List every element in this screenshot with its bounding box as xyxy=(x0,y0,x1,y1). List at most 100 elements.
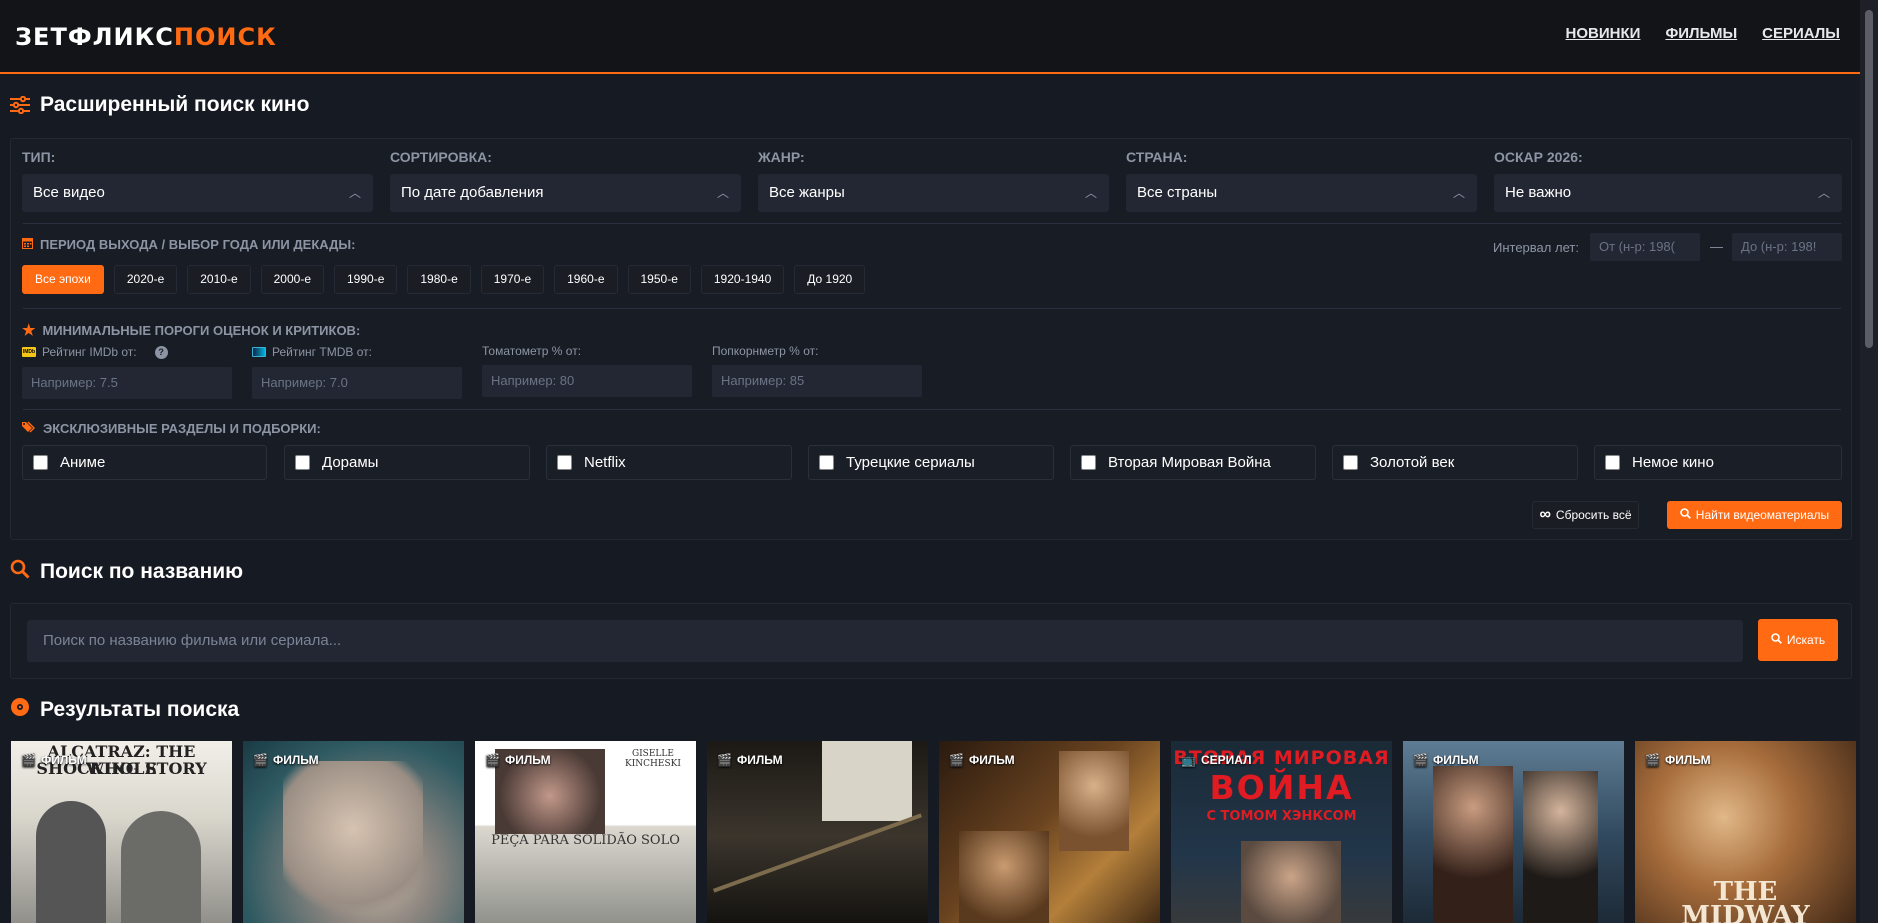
poster-figure xyxy=(1523,771,1598,923)
decade-chip[interactable]: 2010-е xyxy=(187,265,251,294)
result-card[interactable]: 🎬 ФИЛЬМ xyxy=(1403,741,1624,923)
poster-face xyxy=(1241,841,1341,923)
tomatometer-input[interactable]: Например: 80 xyxy=(482,365,692,397)
poster-figure xyxy=(959,831,1049,923)
category-label: Аниме xyxy=(60,454,106,471)
page-scrollbar[interactable] xyxy=(1860,0,1878,923)
checkbox[interactable] xyxy=(33,455,48,470)
decade-chip[interactable]: 1960-е xyxy=(554,265,618,294)
category-golden-age[interactable]: Золотой век xyxy=(1332,445,1578,480)
page: ЗЕТФЛИКСПОИСК НОВИНКИ ФИЛЬМЫ СЕРИАЛЫ Рас… xyxy=(0,0,1878,923)
decade-chip[interactable]: 2000-е xyxy=(260,265,324,294)
category-label: Золотой век xyxy=(1370,454,1455,471)
card-badge: 🎬 ФИЛЬМ xyxy=(253,753,319,767)
result-card[interactable]: 🎬 ФИЛЬМ xyxy=(939,741,1160,923)
filter-label-country: СТРАНА: xyxy=(1126,149,1188,165)
reset-button[interactable]: ∞ Сбросить всё xyxy=(1532,501,1639,529)
title-search-input[interactable]: Поиск по названию фильма или сериала... xyxy=(27,620,1743,662)
checkbox[interactable] xyxy=(1081,455,1096,470)
category-dorama[interactable]: Дорамы xyxy=(284,445,530,480)
result-card[interactable]: 🎬 ФИЛЬМ xyxy=(243,741,464,923)
oscar-select[interactable]: Не важно ︿ xyxy=(1494,174,1842,212)
period-label: ПЕРИОД ВЫХОДА / ВЫБОР ГОДА ИЛИ ДЕКАДЫ: xyxy=(40,237,356,252)
checkbox[interactable] xyxy=(295,455,310,470)
category-turkish-series[interactable]: Турецкие сериалы xyxy=(808,445,1054,480)
result-card[interactable]: ВТОРАЯ МИРОВАЯ ВОЙНА С ТОМОМ ХЭНКСОМ 📺 СЕ… xyxy=(1171,741,1392,923)
popcornmeter-label: Попкорнметр % от: xyxy=(712,344,819,358)
decade-chips: Все эпохи 2020-е 2010-е 2000-е 1990-е 19… xyxy=(22,265,866,294)
country-select-value: Все страны xyxy=(1137,184,1218,201)
decade-chip[interactable]: 2020-е xyxy=(113,265,178,294)
imdb-icon: IMDb xyxy=(22,347,36,357)
type-select[interactable]: Все видео ︿ xyxy=(22,174,373,212)
card-badge: 🎬 ФИЛЬМ xyxy=(717,753,783,767)
chevron-up-icon: ︿ xyxy=(716,186,729,200)
nav-link-movies[interactable]: ФИЛЬМЫ xyxy=(1665,24,1737,44)
year-to-input[interactable]: До (н-р: 198! xyxy=(1732,233,1842,261)
card-badge: 🎬 ФИЛЬМ xyxy=(485,753,551,767)
sort-select-value: По дате добавления xyxy=(401,184,544,201)
clapperboard-icon: 🎬 xyxy=(485,753,500,767)
exclusive-label-row: ЭКСКЛЮЗИВНЫЕ РАЗДЕЛЫ И ПОДБОРКИ: xyxy=(22,421,321,436)
advanced-search-heading: Расширенный поиск кино xyxy=(10,93,309,117)
filter-label-type: ТИП: xyxy=(22,149,56,165)
genre-select[interactable]: Все жанры ︿ xyxy=(758,174,1109,212)
help-icon[interactable]: ? xyxy=(154,345,168,359)
poster-title-line: PEÇA PARA SOLIDÃO SOLO xyxy=(491,833,680,848)
clapperboard-icon: 🎬 xyxy=(253,753,268,767)
nav-link-new[interactable]: НОВИНКИ xyxy=(1566,24,1641,44)
title-search-button[interactable]: Искать xyxy=(1758,619,1838,661)
year-from-input[interactable]: От (н-р: 198( xyxy=(1590,233,1700,261)
decade-chip[interactable]: До 1920 xyxy=(794,265,866,294)
checkbox[interactable] xyxy=(819,455,834,470)
checkbox[interactable] xyxy=(1343,455,1358,470)
category-label: Турецкие сериалы xyxy=(846,454,975,471)
star-icon: ★ xyxy=(22,322,36,339)
checkbox[interactable] xyxy=(1605,455,1620,470)
result-card[interactable]: ALCATRAZ: THE WHOLE SHOCKING STORY 🎬 ФИЛЬ… xyxy=(11,741,232,923)
card-badge: 🎬 ФИЛЬМ xyxy=(21,753,87,767)
site-logo[interactable]: ЗЕТФЛИКСПОИСК xyxy=(15,22,277,52)
genre-select-value: Все жанры xyxy=(769,184,845,201)
nav-link-series[interactable]: СЕРИАЛЫ xyxy=(1762,24,1840,44)
filter-label-sort: СОРТИРОВКА: xyxy=(390,149,492,165)
poster-figure xyxy=(36,801,106,923)
decade-chip[interactable]: 1920-1940 xyxy=(700,265,785,294)
oscar-select-value: Не важно xyxy=(1505,184,1572,201)
decade-chip[interactable]: 1980-е xyxy=(407,265,471,294)
find-button[interactable]: Найти видеоматериалы xyxy=(1667,501,1842,529)
result-card[interactable]: THE MIDWAY 🎬 ФИЛЬМ xyxy=(1635,741,1856,923)
card-badge-label: ФИЛЬМ xyxy=(504,753,551,767)
category-label: Немое кино xyxy=(1632,454,1714,471)
category-silent-film[interactable]: Немое кино xyxy=(1594,445,1842,480)
decade-chip[interactable]: 1970-е xyxy=(480,265,545,294)
country-select[interactable]: Все страны ︿ xyxy=(1126,174,1477,212)
decade-chip[interactable]: 1990-е xyxy=(334,265,398,294)
poster-face xyxy=(283,761,423,923)
imdb-rating-input[interactable]: Например: 7.5 xyxy=(22,367,232,399)
result-card[interactable]: 🎬 ФИЛЬМ xyxy=(707,741,928,923)
checkbox[interactable] xyxy=(557,455,572,470)
poster-title-line: MIDWAY xyxy=(1681,901,1810,923)
poster-title-line: С ТОМОМ ХЭНКСОМ xyxy=(1206,809,1357,824)
card-badge: 🎬 ФИЛЬМ xyxy=(949,753,1015,767)
decade-chip[interactable]: 1950-е xyxy=(627,265,691,294)
search-icon xyxy=(1771,633,1782,647)
category-anime[interactable]: Аниме xyxy=(22,445,267,480)
scrollbar-thumb[interactable] xyxy=(1865,10,1873,348)
decade-chip-all[interactable]: Все эпохи xyxy=(22,265,104,294)
result-card[interactable]: GISELLE KINCHESKI PEÇA PARA SOLIDÃO SOLO … xyxy=(475,741,696,923)
film-reel-icon xyxy=(10,697,30,723)
tv-icon: 📺 xyxy=(1181,753,1196,767)
poster-credit: GISELLE KINCHESKI xyxy=(625,749,681,769)
popcornmeter-input[interactable]: Например: 85 xyxy=(712,365,922,397)
sort-select[interactable]: По дате добавления ︿ xyxy=(390,174,741,212)
card-badge-label: ФИЛЬМ xyxy=(40,753,87,767)
card-badge: 🎬 ФИЛЬМ xyxy=(1413,753,1479,767)
interval-dash: — xyxy=(1710,239,1723,254)
filter-label-genre: ЖАНР: xyxy=(758,149,805,165)
advanced-search-title: Расширенный поиск кино xyxy=(40,93,310,116)
category-ww2[interactable]: Вторая Мировая Война xyxy=(1070,445,1316,480)
category-netflix[interactable]: Netflix xyxy=(546,445,792,480)
tmdb-rating-input[interactable]: Например: 7.0 xyxy=(252,367,462,399)
